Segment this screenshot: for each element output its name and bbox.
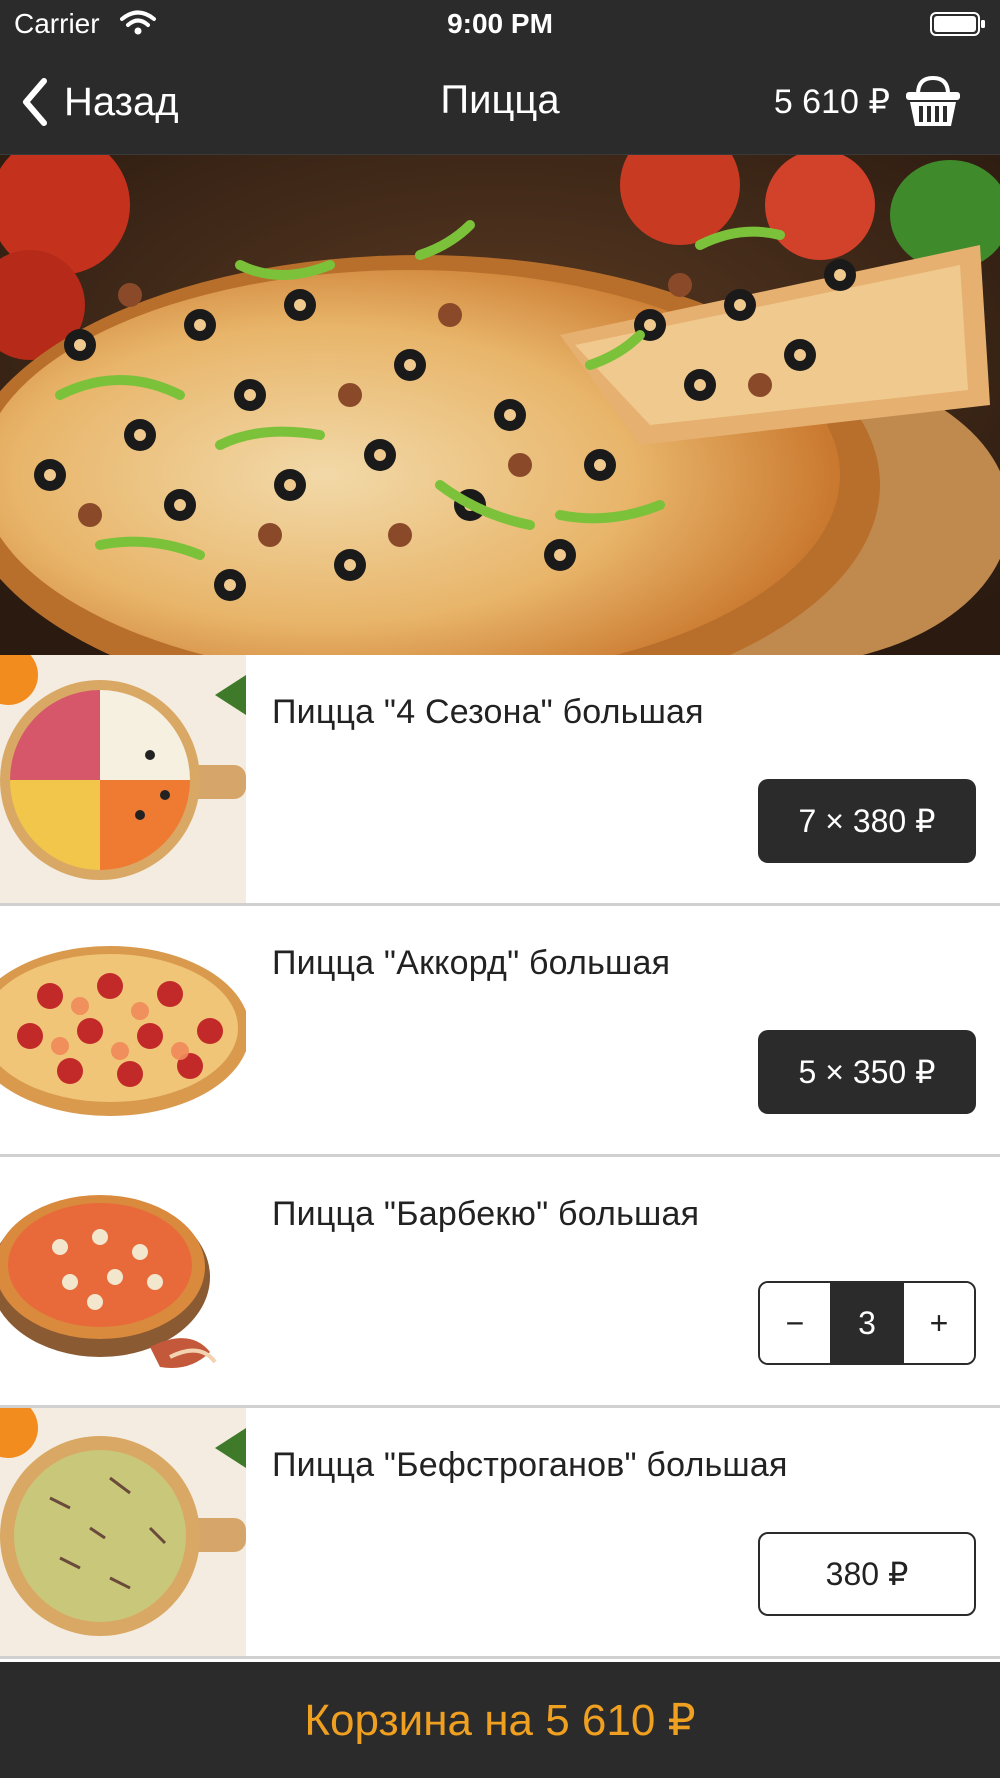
decrease-button[interactable]: − [760, 1283, 830, 1363]
list-item[interactable]: Пицца "Барбекю" большая − 3 + [0, 1157, 1000, 1408]
pizza-thumbnail [0, 906, 246, 1154]
back-label: Назад [64, 79, 179, 124]
battery-icon [930, 12, 985, 36]
list-item[interactable]: Пицца "Бефстроганов" большая 380 ₽ [0, 1408, 1000, 1659]
cart-button-label: Корзина на 5 610 ₽ [304, 1695, 696, 1745]
status-time: 9:00 PM [447, 8, 553, 39]
nav-bar: Назад Пицца 5 610 ₽ [0, 50, 1000, 155]
back-button[interactable]: Назад [20, 74, 179, 130]
item-name: Пицца "Барбекю" большая [272, 1195, 700, 1233]
quantity-value: 3 [830, 1283, 904, 1363]
pizza-thumbnail [0, 1408, 246, 1656]
pizza-thumbnail [0, 1157, 246, 1405]
status-bar: Carrier 9:00 PM [0, 0, 1000, 50]
chevron-left-icon [23, 78, 47, 126]
item-name: Пицца "4 Сезона" большая [272, 693, 704, 731]
add-to-cart-price-button[interactable]: 380 ₽ [758, 1532, 976, 1616]
hero-pizza-image [0, 155, 1000, 655]
basket-icon[interactable] [904, 74, 962, 130]
item-name: Пицца "Аккорд" большая [272, 944, 671, 982]
pizza-thumbnail [0, 655, 246, 903]
in-cart-price-button[interactable]: 7 × 380 ₽ [758, 779, 976, 863]
in-cart-price-button[interactable]: 5 × 350 ₽ [758, 1030, 976, 1114]
increase-button[interactable]: + [904, 1283, 974, 1363]
quantity-stepper[interactable]: − 3 + [758, 1281, 976, 1365]
product-list: Пицца "4 Сезона" большая 7 × 380 ₽ Пицца… [0, 655, 1000, 1659]
list-item[interactable]: Пицца "4 Сезона" большая 7 × 380 ₽ [0, 655, 1000, 906]
item-name: Пицца "Бефстроганов" большая [272, 1446, 788, 1484]
list-item[interactable]: Пицца "Аккорд" большая 5 × 350 ₽ [0, 906, 1000, 1157]
cart-total[interactable]: 5 610 ₽ [774, 82, 890, 122]
cart-button[interactable]: Корзина на 5 610 ₽ [0, 1662, 1000, 1778]
